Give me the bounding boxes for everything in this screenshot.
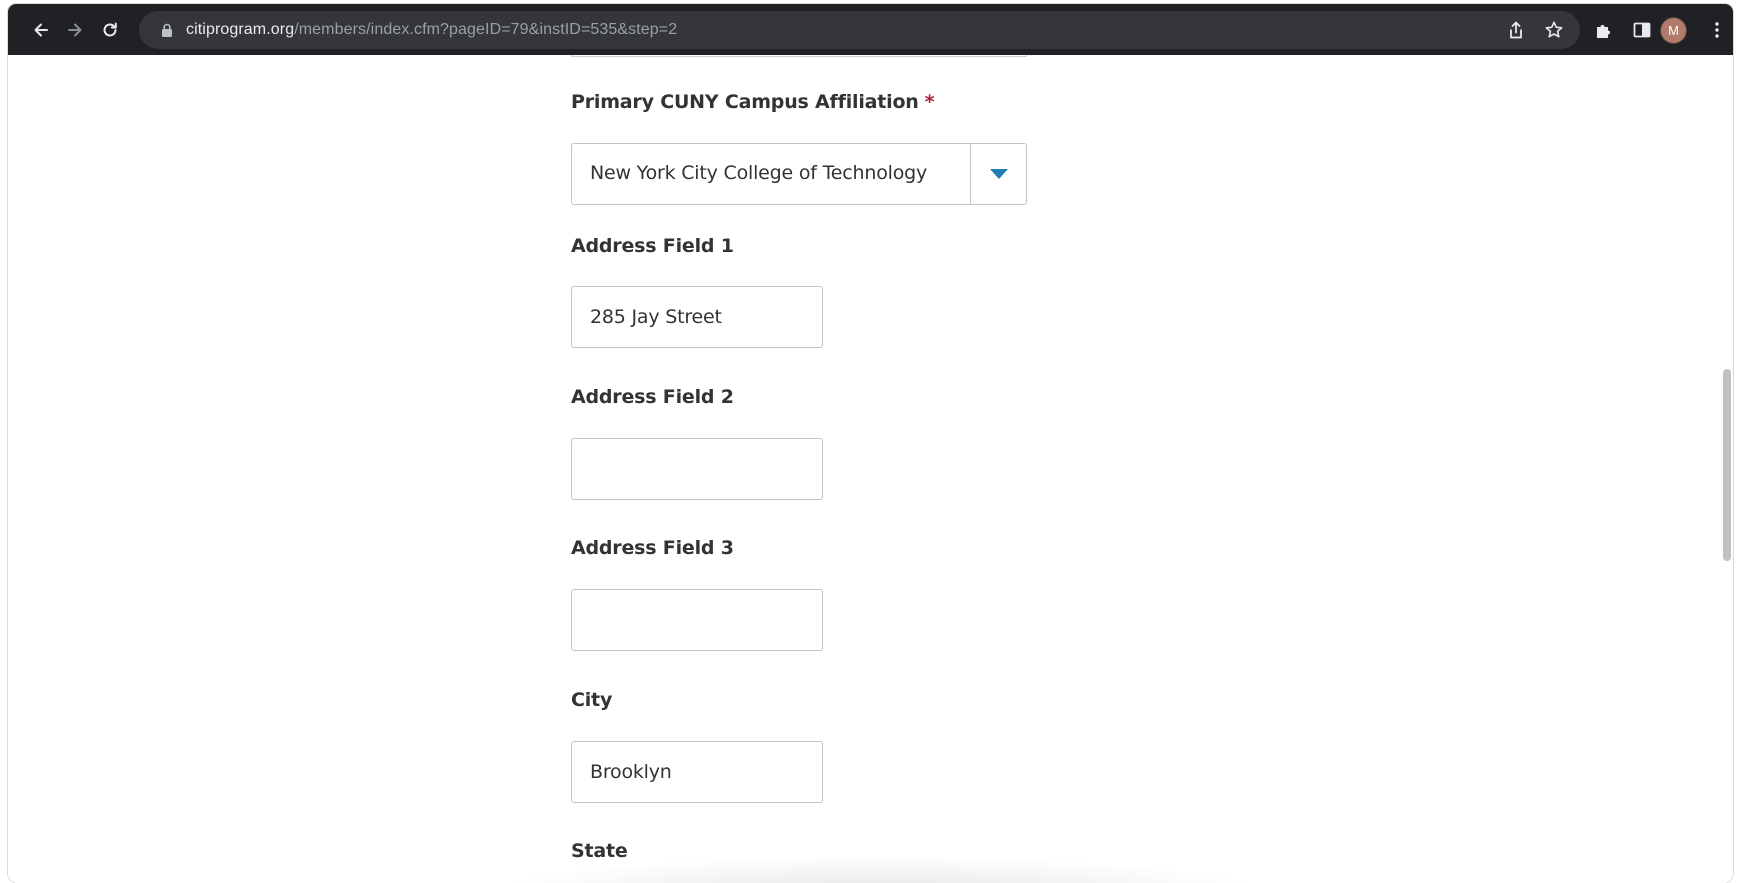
arrow-right-icon bbox=[68, 23, 82, 37]
share-icon bbox=[1510, 21, 1522, 39]
campus-affiliation-dropdown-toggle[interactable] bbox=[970, 144, 1026, 204]
campus-affiliation-label-text: Primary CUNY Campus Affiliation bbox=[571, 91, 919, 113]
city-label: City bbox=[571, 689, 613, 711]
lock-icon bbox=[162, 23, 172, 37]
arrow-left-icon bbox=[34, 23, 48, 37]
side-panel-button[interactable] bbox=[1630, 18, 1654, 42]
page-content: Primary CUNY Campus Affiliation * New Yor… bbox=[8, 55, 1733, 883]
caret-down-icon bbox=[989, 169, 1008, 179]
page-scrollbar-thumb[interactable] bbox=[1723, 369, 1731, 561]
extensions-button[interactable] bbox=[1592, 18, 1616, 42]
puzzle-icon bbox=[1597, 25, 1610, 38]
previous-field-remnant bbox=[571, 55, 1027, 57]
bookmark-button[interactable] bbox=[1543, 19, 1565, 41]
address-field-1-label: Address Field 1 bbox=[571, 235, 734, 257]
forward-button[interactable] bbox=[61, 16, 89, 44]
star-icon bbox=[1545, 21, 1563, 38]
share-button[interactable] bbox=[1505, 19, 1527, 41]
reload-icon bbox=[103, 22, 117, 37]
browser-menu-button[interactable] bbox=[1705, 18, 1729, 42]
back-button[interactable] bbox=[27, 16, 55, 44]
kebab-menu-icon bbox=[1715, 22, 1719, 38]
city-input[interactable] bbox=[571, 741, 823, 803]
address-field-3-input[interactable] bbox=[571, 589, 823, 651]
campus-affiliation-selected-value: New York City College of Technology bbox=[590, 162, 928, 184]
url-host: citiprogram.org bbox=[186, 21, 295, 38]
required-asterisk: * bbox=[924, 91, 935, 113]
campus-affiliation-label: Primary CUNY Campus Affiliation * bbox=[571, 91, 935, 113]
address-field-2-input[interactable] bbox=[571, 438, 823, 500]
address-field-2-label: Address Field 2 bbox=[571, 386, 734, 408]
browser-window: citiprogram.org/members/index.cfm?pageID… bbox=[8, 4, 1733, 883]
campus-affiliation-select[interactable]: New York City College of Technology bbox=[571, 143, 1027, 205]
url-text[interactable]: citiprogram.org/members/index.cfm?pageID… bbox=[186, 21, 677, 39]
address-field-1-input[interactable] bbox=[571, 286, 823, 348]
profile-avatar[interactable]: M bbox=[1661, 18, 1686, 43]
side-panel-icon bbox=[1633, 22, 1651, 38]
reload-button[interactable] bbox=[96, 16, 124, 44]
bottom-fade-shadow bbox=[478, 855, 1278, 883]
browser-toolbar: citiprogram.org/members/index.cfm?pageID… bbox=[8, 4, 1733, 55]
url-path: /members/index.cfm?pageID=79&instID=535&… bbox=[294, 21, 678, 38]
address-bar[interactable]: citiprogram.org/members/index.cfm?pageID… bbox=[139, 11, 1580, 49]
address-field-3-label: Address Field 3 bbox=[571, 537, 734, 559]
